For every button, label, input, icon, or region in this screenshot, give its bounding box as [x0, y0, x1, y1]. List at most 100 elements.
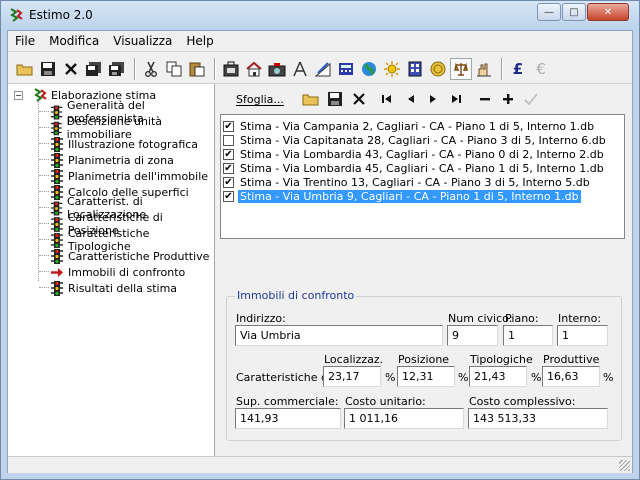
next-record-button[interactable] — [422, 88, 444, 110]
comparison-group: Immobili di confronto Indirizzo: Via Umb… — [226, 289, 622, 441]
tree-connector — [39, 191, 49, 192]
costo-unitario-field[interactable]: 1 011,16 — [344, 408, 464, 429]
prev-record-button[interactable] — [400, 88, 422, 110]
panel-save-button[interactable] — [324, 88, 346, 110]
interno-field[interactable]: 1 — [557, 325, 608, 346]
resize-grip[interactable] — [619, 460, 630, 471]
last-record-button[interactable] — [445, 88, 467, 110]
copy-button[interactable] — [163, 58, 185, 80]
tree-item[interactable]: Illustrazione fotografica — [50, 136, 198, 152]
minus-icon — [480, 98, 490, 101]
sfoglia-button[interactable]: Sfoglia... — [236, 93, 284, 106]
collapse-icon[interactable]: − — [14, 90, 23, 100]
maximize-button[interactable]: □ — [562, 3, 586, 21]
posizione-field[interactable]: 12,31 — [397, 366, 455, 387]
briefcase-button[interactable] — [220, 58, 242, 80]
item-checkbox[interactable] — [223, 134, 234, 146]
menu-visualizza[interactable]: Visualizza — [106, 31, 179, 52]
house-button[interactable] — [243, 58, 265, 80]
status-bar — [8, 456, 632, 473]
item-checkbox[interactable]: ✔ — [223, 148, 234, 160]
paste-button[interactable] — [186, 58, 208, 80]
localizz-field[interactable]: 23,17 — [323, 366, 381, 387]
piano-field[interactable]: 1 — [503, 325, 553, 346]
tree-item-label: Immobili di confronto — [68, 265, 186, 279]
panel-delete-button[interactable] — [348, 88, 370, 110]
balance-scale-button[interactable] — [450, 57, 472, 80]
cut-button[interactable] — [140, 58, 162, 80]
tree-item-label: Illustrazione fotografica — [68, 137, 199, 151]
tree-item[interactable]: Caratteristiche Tipologiche — [50, 227, 214, 253]
client-area: File Modifica Visualizza Help £ € − Elab… — [7, 30, 633, 473]
estimate-list-item[interactable]: ✔ Stima - Via Umbria 9, Cagliari - CA - P… — [223, 189, 622, 203]
estimate-list-item[interactable]: Stima - Via Capitanata 28, Cagliari - CA… — [223, 133, 622, 147]
item-checkbox[interactable]: ✔ — [223, 176, 234, 188]
navigation-tree: − Elaborazione stima Generalità del prof… — [8, 84, 215, 456]
globe-button[interactable] — [358, 58, 380, 80]
euro-button[interactable]: € — [530, 58, 552, 80]
estimates-list[interactable]: ✔ Stima - Via Campania 2, Cagliari - CA -… — [220, 114, 625, 239]
add-record-button[interactable] — [497, 88, 519, 110]
camera-icon — [268, 62, 286, 76]
civico-field[interactable]: 9 — [447, 325, 498, 346]
group-title: Immobili di confronto — [235, 289, 357, 302]
tree-item-label: Planimetria di zona — [68, 153, 174, 167]
drafting-button[interactable] — [312, 58, 334, 80]
calculator-button[interactable] — [335, 58, 357, 80]
tree-connector — [39, 271, 49, 272]
menu-help[interactable]: Help — [179, 31, 220, 52]
minimize-icon: — — [544, 6, 554, 18]
menu-file[interactable]: File — [8, 31, 42, 52]
floppy-stack-icon — [86, 61, 101, 76]
tree-item[interactable]: Descrizione unità immobiliare — [50, 115, 214, 141]
delete-button[interactable] — [60, 58, 82, 80]
estimate-hand-button[interactable] — [473, 58, 495, 80]
traffic-light-icon — [50, 105, 63, 119]
tree-item[interactable]: Caratteristiche Produttive — [50, 248, 209, 264]
paste-icon — [189, 62, 205, 76]
floppy-stack-2-button[interactable] — [106, 58, 128, 80]
sun-button[interactable] — [381, 58, 403, 80]
pound-button[interactable]: £ — [507, 58, 529, 80]
caratteristiche-label: Caratteristiche di: — [236, 371, 335, 384]
costo-complessivo-field[interactable]: 143 513,33 — [468, 408, 608, 429]
produttive-field[interactable]: 16,63 — [542, 366, 600, 387]
estimate-list-item[interactable]: ✔ Stima - Via Lombardia 43, Cagliari - CA… — [223, 147, 622, 161]
save-button[interactable] — [37, 58, 59, 80]
floppy-stack-button[interactable] — [83, 58, 105, 80]
estimate-list-item[interactable]: ✔ Stima - Via Lombardia 45, Cagliari - CA… — [223, 161, 622, 175]
building-button[interactable] — [404, 58, 426, 80]
maximize-icon: □ — [569, 6, 579, 18]
tree-item[interactable]: Immobili di confronto — [50, 264, 185, 280]
menu-bar: File Modifica Visualizza Help — [8, 31, 632, 52]
close-button[interactable]: ✕ — [587, 3, 629, 21]
traffic-light-icon — [50, 121, 62, 135]
tipologiche-field[interactable]: 21,43 — [469, 366, 527, 387]
tree-item[interactable]: Planimetria di zona — [50, 152, 174, 168]
tree-item[interactable]: Planimetria dell'immobile — [50, 168, 208, 184]
panel-open-button[interactable] — [300, 88, 322, 110]
delete-x-icon — [353, 93, 365, 105]
checkmark-icon — [524, 93, 538, 105]
item-checkbox[interactable]: ✔ — [223, 190, 234, 202]
minimize-button[interactable]: — — [537, 3, 561, 21]
sup-field[interactable]: 141,93 — [235, 408, 341, 429]
confirm-button[interactable] — [520, 88, 542, 110]
coin-button[interactable] — [427, 58, 449, 80]
item-checkbox[interactable]: ✔ — [223, 162, 234, 174]
compass-button[interactable] — [289, 58, 311, 80]
open-folder-button[interactable] — [14, 58, 36, 80]
main-panel: Sfoglia... ✔ Stima - Via Campania 2, Cagl… — [216, 84, 632, 456]
item-label: Stima - Via Trentino 13, Cagliari - CA -… — [240, 175, 590, 189]
menu-modifica[interactable]: Modifica — [42, 31, 106, 52]
estimate-list-item[interactable]: ✔ Stima - Via Trentino 13, Cagliari - CA … — [223, 175, 622, 189]
tree-item[interactable]: Risultati della stima — [50, 280, 177, 296]
item-checkbox[interactable]: ✔ — [223, 120, 234, 132]
camera-button[interactable] — [266, 58, 288, 80]
tipologiche-label: Tipologiche — [470, 353, 533, 366]
estimate-list-item[interactable]: ✔ Stima - Via Campania 2, Cagliari - CA -… — [223, 119, 622, 133]
indirizzo-field[interactable]: Via Umbria — [235, 325, 443, 346]
tree-connector — [39, 111, 49, 112]
first-record-button[interactable] — [376, 88, 398, 110]
remove-record-button[interactable] — [474, 88, 496, 110]
